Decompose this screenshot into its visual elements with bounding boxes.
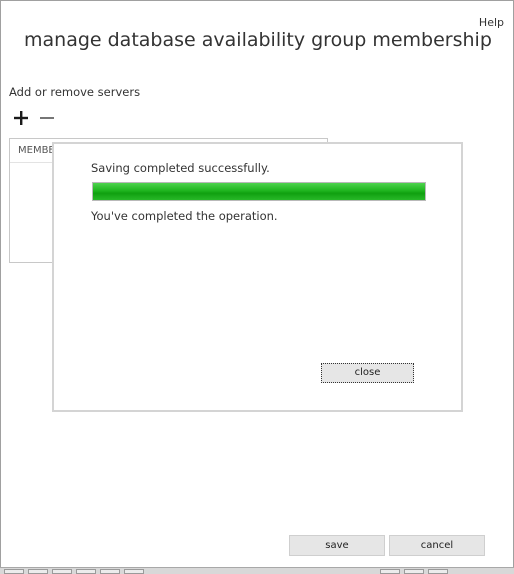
help-link[interactable]: Help xyxy=(479,16,504,29)
taskbar-item[interactable] xyxy=(428,569,448,574)
section-label: Add or remove servers xyxy=(9,85,141,99)
plus-icon xyxy=(14,111,28,125)
close-button[interactable]: close xyxy=(321,363,414,383)
taskbar-item[interactable] xyxy=(52,569,72,574)
dialog-status-text: Saving completed successfully. xyxy=(91,161,270,175)
cancel-button[interactable]: cancel xyxy=(389,535,485,556)
taskbar-item[interactable] xyxy=(4,569,24,574)
progress-fill xyxy=(93,183,425,200)
taskbar-item[interactable] xyxy=(76,569,96,574)
taskbar-item[interactable] xyxy=(28,569,48,574)
minus-icon xyxy=(40,117,54,119)
progress-dialog: Saving completed successfully. You've co… xyxy=(52,142,463,412)
remove-server-button[interactable] xyxy=(38,109,56,127)
taskbar xyxy=(0,567,514,574)
taskbar-item[interactable] xyxy=(100,569,120,574)
dialog-message: You've completed the operation. xyxy=(91,209,278,223)
taskbar-item[interactable] xyxy=(404,569,424,574)
taskbar-item[interactable] xyxy=(380,569,400,574)
add-server-button[interactable] xyxy=(12,109,30,127)
taskbar-item[interactable] xyxy=(124,569,144,574)
dialog-body: Saving completed successfully. You've co… xyxy=(54,144,461,410)
save-button[interactable]: save xyxy=(289,535,385,556)
progress-bar xyxy=(92,182,426,201)
page-title: manage database availability group membe… xyxy=(24,29,492,51)
